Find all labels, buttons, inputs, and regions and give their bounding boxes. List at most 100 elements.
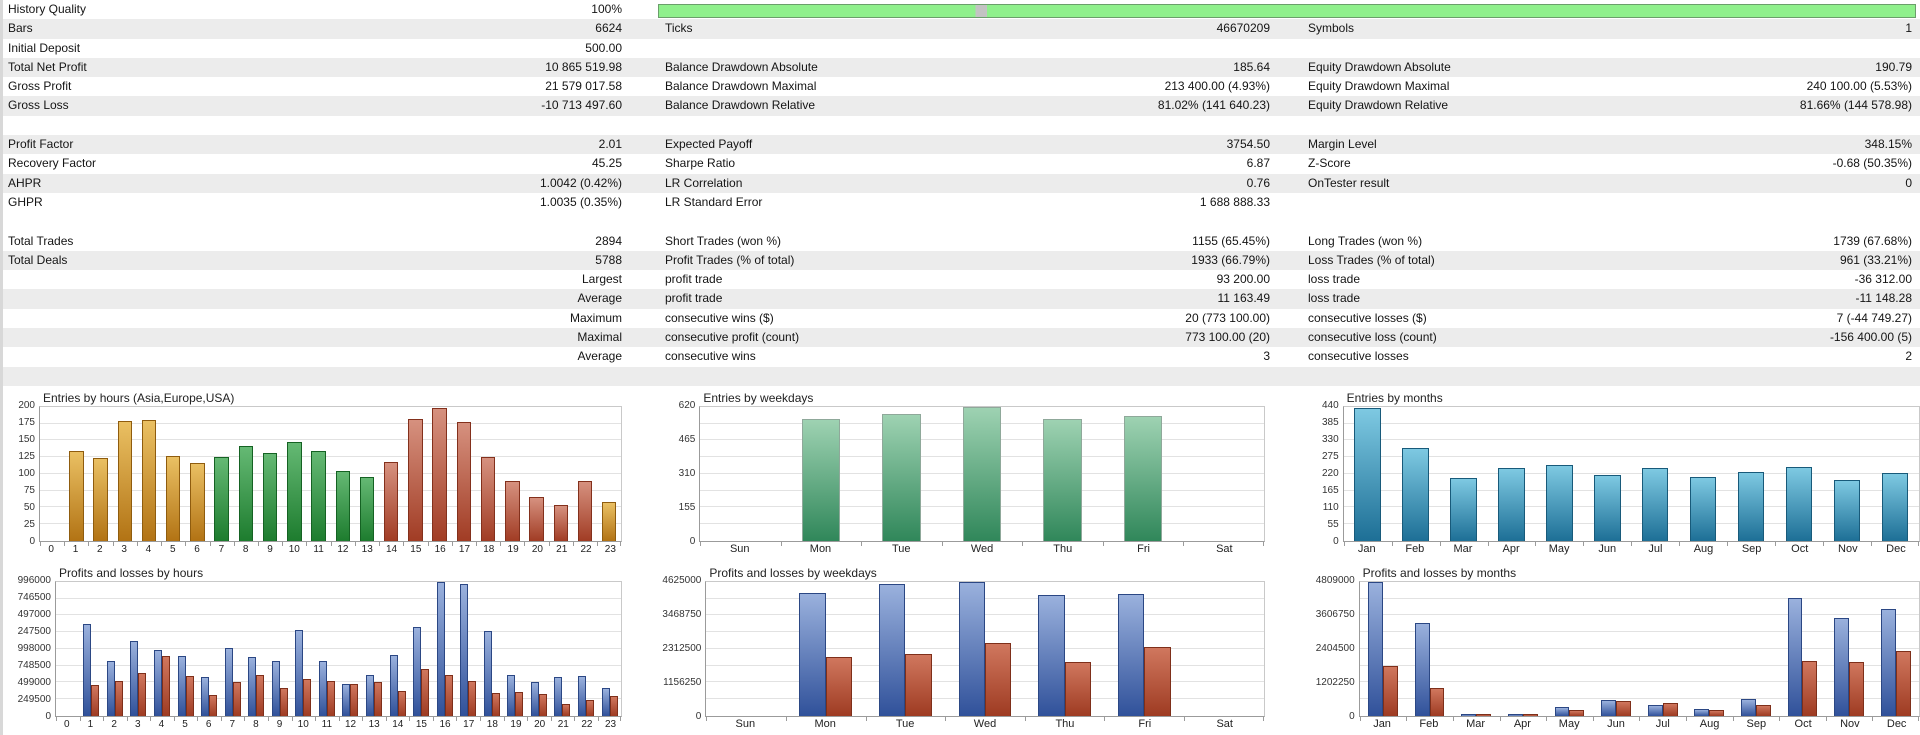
y-tick-label: 1156250 [663, 678, 701, 688]
x-tick-label: Dec [1873, 717, 1920, 732]
charts-row-bottom: Profits and losses by hours0249500499000… [9, 565, 1920, 732]
x-tick-label: 21 [550, 542, 574, 557]
stat-label: Bars [3, 19, 400, 38]
y-tick-label: 748500 [18, 661, 51, 671]
x-tick-mark [1918, 542, 1919, 546]
bar-3 [118, 421, 133, 541]
stats-row: GHPR1.0035 (0.35%)LR Standard Error1 688… [3, 193, 1920, 212]
loss-bar-Feb [1430, 688, 1445, 716]
stat-label: Z-Score [1303, 154, 1683, 173]
x-tick-label: 1 [63, 542, 87, 557]
gridline [56, 648, 621, 649]
x-tick-label: Apr [1487, 542, 1535, 557]
y-axis: 055110165220275330385440 [1303, 406, 1343, 542]
x-tick-mark [524, 542, 525, 546]
loss-bar-6 [209, 695, 217, 716]
bar-Sep [1738, 472, 1764, 541]
stat-label: Loss Trades (% of total) [1303, 251, 1683, 270]
y-tick-label: 4625000 [662, 576, 701, 586]
bar-Apr [1498, 468, 1524, 540]
x-tick-label: Mon [780, 542, 861, 557]
x-tick-mark [620, 717, 621, 721]
bar-7 [214, 457, 229, 541]
x-tick-mark [1440, 542, 1441, 546]
loss-bar-22 [586, 700, 594, 716]
profit-bar-Aug [1694, 709, 1709, 716]
x-tick-label: 9 [268, 717, 292, 732]
x-tick-label: 4 [150, 717, 174, 732]
spacer-row [3, 116, 1920, 135]
profit-bar-Apr [1508, 714, 1523, 716]
chart-plot [39, 406, 622, 542]
chart-plot [705, 581, 1264, 717]
loss-bar-Nov [1849, 662, 1864, 716]
gridline [1344, 423, 1919, 424]
x-tick-mark [1593, 717, 1594, 721]
x-tick-mark [1918, 717, 1919, 721]
gridline [56, 614, 621, 615]
profit-bar-12 [342, 684, 350, 716]
stat-value: 1 688 888.33 [1027, 193, 1270, 212]
bar-18 [481, 457, 496, 541]
stat-value: 2894 [400, 232, 622, 251]
stat-label: GHPR [3, 193, 400, 212]
profit-bar-May [1555, 707, 1570, 716]
x-tick-mark [386, 717, 387, 721]
bar-21 [554, 505, 569, 541]
y-tick-label: 100 [18, 469, 35, 479]
x-tick-label: 18 [481, 717, 505, 732]
stat-label: Profit Trades (% of total) [660, 251, 1027, 270]
loss-bar-Mon [826, 657, 852, 716]
history-quality-progressbar [658, 4, 1916, 18]
y-tick-label: 247500 [18, 627, 51, 637]
bar-15 [408, 419, 423, 541]
stat-value: 3 [1027, 347, 1270, 366]
x-tick-mark [185, 542, 186, 546]
profit-bar-1 [83, 624, 91, 716]
stat-label: Long Trades (won %) [1303, 232, 1683, 251]
x-tick-mark [292, 717, 293, 721]
chart-title: Profits and losses by weekdays [709, 565, 1264, 581]
stat-label: Margin Level [1303, 135, 1683, 154]
profit-bar-4 [154, 650, 162, 716]
y-tick-label: 0 [696, 712, 702, 722]
x-tick-mark [700, 542, 701, 546]
stat-value: 21 579 017.58 [400, 77, 622, 96]
x-tick-label: Thu [1022, 542, 1103, 557]
x-tick-mark [620, 542, 621, 546]
stat-value: 2 [1683, 347, 1912, 366]
stat-value: -156 400.00 (5) [1683, 328, 1912, 347]
spacer-row [3, 212, 1920, 231]
x-tick-mark [268, 717, 269, 721]
stat-label: Gross Loss [3, 96, 400, 115]
profit-bar-19 [507, 675, 515, 716]
x-tick-mark [64, 542, 65, 546]
gridline [706, 631, 1263, 632]
stat-value: 190.79 [1683, 58, 1912, 77]
stat-value: 348.15% [1683, 135, 1912, 154]
charts-row-top: Entries by hours (Asia,Europe,USA)025507… [9, 390, 1920, 557]
y-axis: 01202250240450036067504809000 [1303, 581, 1359, 717]
x-tick-label: 2 [102, 717, 126, 732]
x-tick-label: Oct [1780, 717, 1827, 732]
bar-Aug [1690, 477, 1716, 541]
bar-8 [239, 446, 254, 540]
x-tick-label: Aug [1686, 717, 1733, 732]
x-tick-label: 7 [209, 542, 233, 557]
x-tick-mark [1360, 717, 1361, 721]
stat-value: 1739 (67.68%) [1683, 232, 1912, 251]
bar-12 [336, 471, 351, 541]
loss-bar-10 [303, 679, 311, 716]
stat-value: 1.0035 (0.35%) [400, 193, 622, 212]
y-tick-label: 310 [679, 469, 696, 479]
loss-bar-Apr [1523, 714, 1538, 716]
chart-title: Profits and losses by months [1363, 565, 1920, 581]
y-tick-label: 497000 [18, 610, 51, 620]
stat-value: 46670209 [1027, 19, 1270, 38]
x-tick-mark [1535, 542, 1536, 546]
y-tick-label: 200 [18, 401, 35, 411]
gridline [1344, 490, 1919, 491]
gridline [706, 598, 1263, 599]
stat-value: 45.25 [400, 154, 622, 173]
x-tick-label: 3 [112, 542, 136, 557]
